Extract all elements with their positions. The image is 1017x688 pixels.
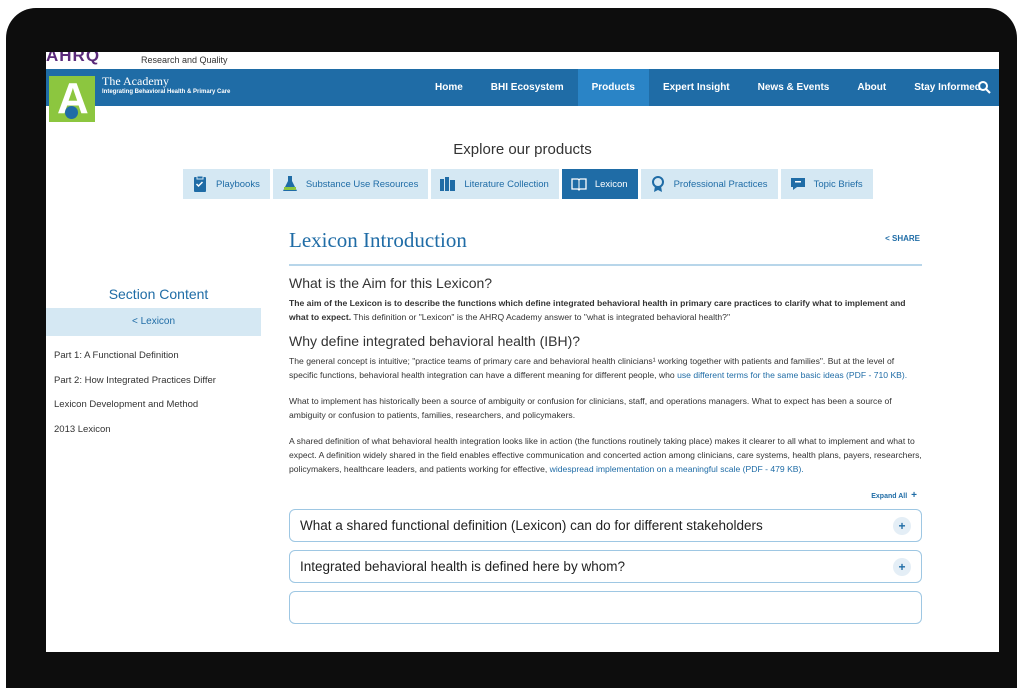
page-title: Lexicon Introduction [289, 220, 922, 266]
tab-substance-use-resources[interactable]: Substance Use Resources [272, 169, 429, 199]
accordion-defined-by-whom[interactable]: Integrated behavioral health is defined … [289, 550, 922, 583]
tab-professional-practices[interactable]: Professional Practices [640, 169, 778, 199]
ahrq-logo[interactable]: AHRQ [46, 52, 100, 66]
why-paragraph-3: A shared definition of what behavioral h… [289, 434, 922, 476]
accordion-label: What a shared functional definition (Lex… [300, 518, 763, 533]
agency-strip: AHRQ Research and Quality [46, 52, 999, 69]
why-heading: Why define integrated behavioral health … [289, 333, 581, 349]
nav-home[interactable]: Home [421, 69, 477, 106]
comment-icon [790, 178, 805, 190]
accordion-label: Integrated behavioral health is defined … [300, 559, 625, 574]
nav-products[interactable]: Products [577, 69, 649, 106]
tab-lexicon[interactable]: Lexicon [561, 169, 638, 199]
tab-label: Professional Practices [673, 178, 768, 190]
share-icon: < [885, 234, 890, 243]
share-label: SHARE [891, 234, 920, 243]
clipboard-icon [194, 175, 206, 192]
device-frame: AHRQ Research and Quality The Academy In… [6, 8, 1017, 688]
main-nav: The Academy Integrating Behavioral Healt… [46, 69, 999, 106]
nav-expert-insight[interactable]: Expert Insight [649, 69, 744, 106]
nav-news-events[interactable]: News & Events [744, 69, 844, 106]
accordion-stakeholders[interactable]: What a shared functional definition (Lex… [289, 509, 922, 542]
tab-label: Playbooks [216, 178, 260, 190]
product-tabs: Playbooks Substance Use Resources Litera… [183, 169, 873, 199]
why-paragraph-2: What to implement has historically been … [289, 396, 892, 420]
agency-text: Research and Quality [141, 55, 228, 65]
sidebar-item-development[interactable]: Lexicon Development and Method [46, 393, 261, 418]
main-content: Lexicon Introduction < SHARE What is the… [289, 220, 922, 624]
tab-label: Topic Briefs [813, 178, 863, 190]
nav-items: Home BHI Ecosystem Products Expert Insig… [421, 69, 995, 106]
share-button[interactable]: < SHARE [885, 234, 920, 243]
aim-rest: This definition or "Lexicon" is the AHRQ… [351, 312, 730, 322]
expand-all-label: Expand All [871, 493, 908, 500]
plus-icon: + [911, 490, 917, 501]
tab-label: Lexicon [594, 178, 628, 190]
aim-paragraph: The aim of the Lexicon is to describe th… [289, 296, 922, 324]
page-title-text: Lexicon Introduction [289, 228, 467, 252]
award-icon [651, 176, 664, 192]
nav-bhi-ecosystem[interactable]: BHI Ecosystem [477, 69, 578, 106]
sidebar-item-2013-lexicon[interactable]: 2013 Lexicon [46, 418, 261, 443]
implementation-link[interactable]: widespread implementation on a meaningfu… [550, 464, 804, 474]
accordion-partial[interactable] [289, 591, 922, 624]
tab-label: Literature Collection [464, 178, 549, 190]
logo-dot [65, 106, 78, 119]
tab-literature-collection[interactable]: Literature Collection [431, 169, 559, 199]
tab-label: Substance Use Resources [305, 178, 419, 190]
expand-all-button[interactable]: Expand All + [289, 490, 922, 501]
flask-icon [282, 176, 297, 191]
books-icon [440, 177, 456, 191]
nav-about[interactable]: About [843, 69, 900, 106]
plus-icon[interactable]: + [893, 557, 911, 576]
academy-logo[interactable]: A [49, 76, 95, 122]
brand-subtitle: Integrating Behavioral Health & Primary … [102, 89, 231, 95]
sidebar-title: Section Content [108, 286, 209, 302]
tab-topic-briefs[interactable]: Topic Briefs [780, 169, 873, 199]
section-sidebar: Section Content < Lexicon Part 1: A Func… [46, 280, 261, 442]
basic-ideas-link[interactable]: use different terms for the same basic i… [677, 370, 907, 380]
tab-playbooks[interactable]: Playbooks [183, 169, 270, 199]
why-paragraph-1: The general concept is intuitive; "pract… [289, 354, 922, 382]
explore-title: Explore our products [453, 141, 592, 158]
browser-viewport: AHRQ Research and Quality The Academy In… [46, 52, 999, 652]
sidebar-back-lexicon[interactable]: < Lexicon [46, 308, 261, 336]
aim-heading: What is the Aim for this Lexicon? [289, 275, 493, 291]
sidebar-item-part2[interactable]: Part 2: How Integrated Practices Differ [46, 369, 261, 394]
brand-title: The Academy [102, 74, 169, 88]
book-icon [571, 178, 587, 191]
academy-brand[interactable]: The Academy Integrating Behavioral Healt… [102, 74, 230, 97]
sidebar-item-part1[interactable]: Part 1: A Functional Definition [46, 344, 261, 369]
search-icon[interactable] [977, 80, 991, 94]
plus-icon[interactable]: + [893, 516, 911, 535]
